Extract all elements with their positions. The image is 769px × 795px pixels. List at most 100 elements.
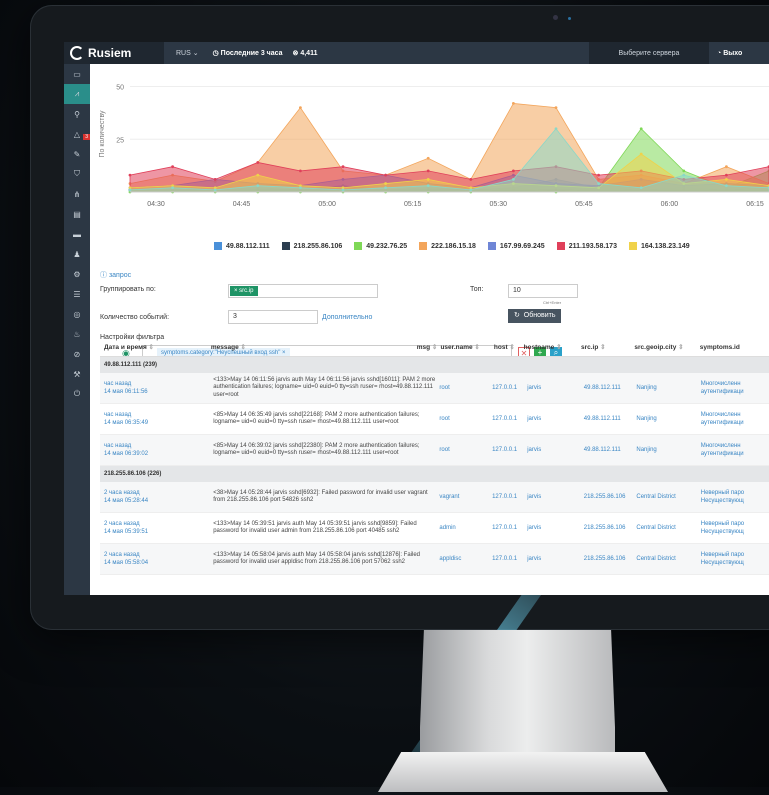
host-cell[interactable]: 127.0.0.1 [492,556,527,562]
hostname-cell[interactable]: jarvis [527,416,584,422]
event-count[interactable]: ⊗ 4,411 [293,49,318,57]
city-cell[interactable]: Central District [636,556,700,562]
sidebar-item-chart[interactable]: ⩘ [64,84,90,104]
city-cell[interactable]: Nanjing [636,416,700,422]
table-row[interactable]: час назад 14 мая 06:11:56 <133>May 14 06:1… [100,373,769,404]
legend-item[interactable]: 49.88.112.111 [214,242,270,250]
user-cell[interactable]: root [439,385,492,391]
user-cell[interactable]: admin [439,525,492,531]
sidebar-item-target[interactable]: ◎ [64,304,90,324]
column-header[interactable]: symptoms.id [700,344,769,351]
legend-item[interactable]: 164.138.23.149 [628,242,690,250]
servers-select[interactable]: Выберите сервера [589,42,709,64]
event-count-input[interactable]: 3 [228,310,318,324]
x-tick-label: 04:30 [147,201,165,208]
hostname-cell[interactable]: jarvis [527,447,584,453]
date-cell[interactable]: 2 часа назад 14 мая 05:28:44 [100,489,213,505]
logout-button[interactable]: ◔ Выхо [709,42,769,64]
user-cell[interactable]: root [439,416,492,422]
city-cell[interactable]: Nanjing [636,447,700,453]
column-header[interactable]: Дата и время ⇕ [100,343,211,351]
city-cell[interactable]: Nanjing [636,385,700,391]
user-cell[interactable]: vagrant [439,494,492,500]
column-header[interactable]: message ⇕ [211,343,417,351]
date-cell[interactable]: 2 часа назад 14 мая 05:58:04 [100,551,213,567]
top-input[interactable]: 10 [508,284,578,298]
sidebar-item-tools[interactable]: ✎ [64,144,90,164]
user-cell[interactable]: root [439,447,492,453]
symptoms-cell[interactable]: Неверный паро Несуществующ [701,489,769,505]
additional-link[interactable]: Дополнительно [322,314,372,321]
legend-item[interactable]: 167.99.69.245 [487,242,545,250]
date-cell[interactable]: час назад 14 мая 06:11:56 [100,380,213,396]
legend-label: 49.232.76.25 [366,242,408,250]
column-header[interactable]: hostname ⇕ [524,343,581,351]
refresh-button[interactable]: ↻ Обновить [508,309,562,323]
legend-item[interactable]: 49.232.76.25 [354,242,407,250]
group-by-input[interactable]: × src.ip [228,284,378,298]
group-row[interactable]: 218.255.86.106 (226) [100,466,769,482]
group-by-tag[interactable]: × src.ip [230,286,258,296]
sidebar-item-hierarchy[interactable]: ⋔ [64,184,90,204]
table-row[interactable]: 2 часа назад 14 мая 05:28:44 <38>May 14 05… [100,482,769,513]
x-tick-label: 05:00 [318,201,336,208]
query-link[interactable]: ⓘ запрос [100,270,131,280]
city-cell[interactable]: Central District [636,525,700,531]
legend-item[interactable]: 222.186.15.18 [419,242,476,250]
sidebar-item-wrench[interactable]: ⚒ [64,364,90,384]
column-header[interactable]: src.geoip.city ⇕ [634,343,699,351]
host-cell[interactable]: 127.0.0.1 [492,416,527,422]
src-ip-cell[interactable]: 218.255.86.106 [584,494,637,500]
date-cell[interactable]: час назад 14 мая 06:39:02 [100,442,213,458]
period-select[interactable]: ◷ Последние 3 часа [213,49,283,57]
src-ip-cell[interactable]: 49.88.112.111 [584,385,637,391]
date-cell[interactable]: 2 часа назад 14 мая 05:39:51 [100,520,213,536]
logo[interactable]: Rusiem [64,42,164,64]
sidebar-item-gear[interactable]: ⚙ [64,264,90,284]
sidebar-item-shield[interactable]: ⛉ [64,164,90,184]
hostname-cell[interactable]: jarvis [527,525,584,531]
column-header[interactable]: src.ip ⇕ [581,343,634,351]
legend-label: 211.193.58.173 [568,242,617,250]
sidebar-item-users[interactable]: ♟ [64,244,90,264]
hostname-cell[interactable]: jarvis [527,385,584,391]
src-ip-cell[interactable]: 218.255.86.106 [584,556,637,562]
column-header[interactable]: msg ⇕ [417,343,441,351]
legend-item[interactable]: 218.255.86.106 [281,242,342,250]
table-row[interactable]: час назад 14 мая 06:35:49 <85>May 14 06:35… [100,404,769,435]
sidebar-item-truck[interactable]: ▬ [64,224,90,244]
symptoms-cell[interactable]: Многочисленн аутентификаци [701,411,769,427]
src-ip-cell[interactable]: 49.88.112.111 [584,447,637,453]
sidebar-item-power[interactable]: ⏻ [64,384,90,404]
table-row[interactable]: 2 часа назад 14 мая 05:39:51 <133>May 14 0… [100,513,769,544]
host-cell[interactable]: 127.0.0.1 [492,385,527,391]
sidebar-item-list[interactable]: ☰ [64,284,90,304]
table-row[interactable]: 2 часа назад 14 мая 05:58:04 <133>May 14 0… [100,544,769,575]
host-cell[interactable]: 127.0.0.1 [492,494,527,500]
date-cell[interactable]: час назад 14 мая 06:35:49 [100,411,213,427]
hostname-cell[interactable]: jarvis [527,556,584,562]
symptoms-cell[interactable]: Неверный паро Несуществующ [701,551,769,567]
hostname-cell[interactable]: jarvis [527,494,584,500]
sidebar-item-block[interactable]: ⊘ [64,344,90,364]
symptoms-cell[interactable]: Неверный паро Несуществующ [701,520,769,536]
group-row[interactable]: 49.88.112.111 (239) [100,357,769,373]
table-row[interactable]: час назад 14 мая 06:39:02 <85>May 14 06:39… [100,435,769,466]
language-select[interactable]: RUS ⌄ [176,49,199,57]
column-header[interactable]: user.name ⇕ [440,343,493,351]
legend-item[interactable]: 211.193.58.173 [556,242,617,250]
src-ip-cell[interactable]: 218.255.86.106 [584,525,637,531]
sidebar-item-monitor[interactable]: ▭ [64,64,90,84]
src-ip-cell[interactable]: 49.88.112.111 [584,416,637,422]
host-cell[interactable]: 127.0.0.1 [492,447,527,453]
sidebar-item-alert[interactable]: △ 3 [64,124,90,144]
symptoms-cell[interactable]: Многочисленн аутентификаци [701,442,769,458]
host-cell[interactable]: 127.0.0.1 [492,525,527,531]
user-cell[interactable]: appldisc [439,556,492,562]
city-cell[interactable]: Central District [636,494,700,500]
sidebar-item-fire[interactable]: ♨ [64,324,90,344]
column-header[interactable]: host ⇕ [494,343,524,351]
sidebar-item-database[interactable]: ▤ [64,204,90,224]
sidebar-item-network[interactable]: ⚲ [64,104,90,124]
symptoms-cell[interactable]: Многочисленн аутентификаци [701,380,769,396]
